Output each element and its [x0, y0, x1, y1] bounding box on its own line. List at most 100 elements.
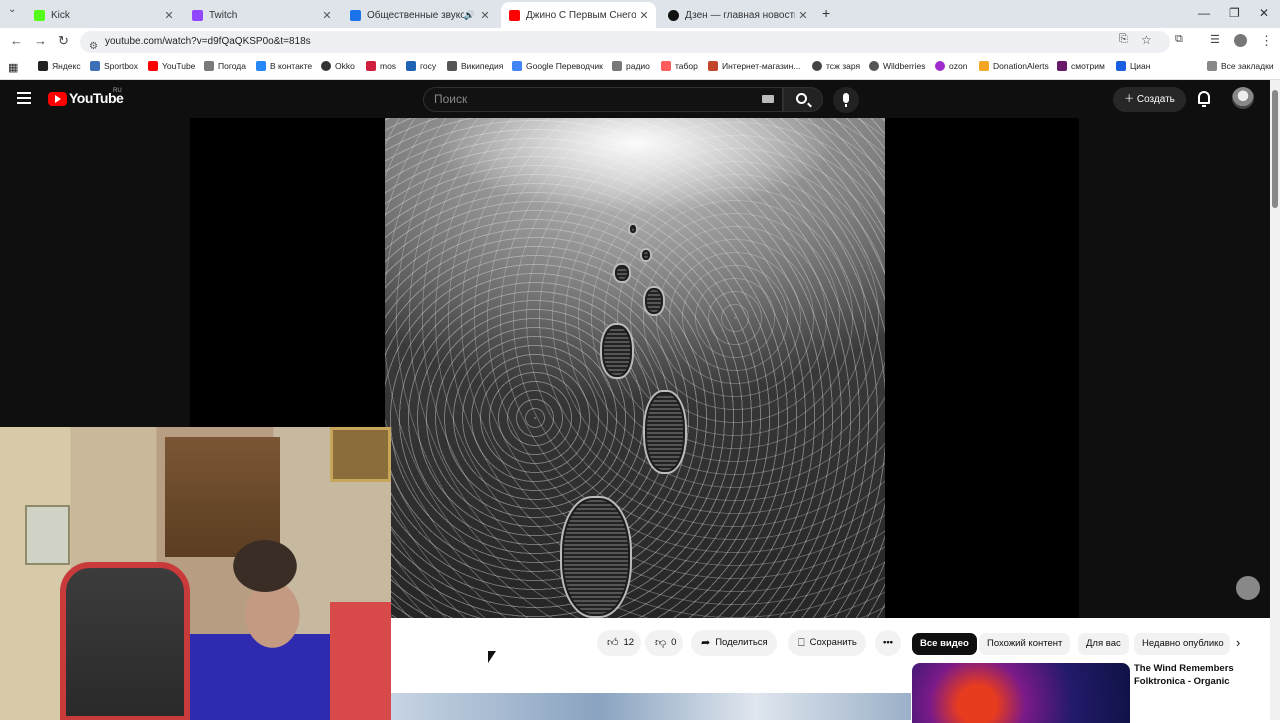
bookmark-icon — [148, 61, 158, 71]
tab-kick[interactable]: Kick ✕ — [26, 2, 181, 28]
profile-avatar-icon[interactable] — [1234, 34, 1247, 47]
bookmark-youtube[interactable]: YouTube — [148, 61, 195, 71]
bookmark-icon — [90, 61, 100, 71]
apps-grid-icon[interactable]: ▦ — [8, 61, 18, 74]
bookmark-star-icon[interactable]: ☆ — [1141, 33, 1152, 47]
address-toolbar: ← → ↻ ⚙ youtube.com/watch?v=d9fQaQKSP0o&… — [0, 28, 1280, 56]
bookmark-icon — [979, 61, 989, 71]
bookmark-icon — [512, 61, 522, 71]
bookmark-icon — [661, 61, 671, 71]
bookmark-wikipedia[interactable]: Википедия — [447, 61, 503, 71]
tab-label: Kick — [51, 9, 70, 21]
save-button[interactable]: ⎕ Сохранить — [788, 630, 866, 656]
folder-icon — [204, 61, 214, 71]
tab-audio[interactable]: Общественные звукозаписи 🔊 ✕ — [342, 2, 497, 28]
bookmark-radio[interactable]: радио — [612, 61, 650, 71]
back-icon[interactable]: ← — [10, 33, 23, 48]
bookmark-sportbox[interactable]: Sportbox — [90, 61, 138, 71]
reload-icon[interactable]: ↻ — [58, 33, 69, 49]
recommendation-title[interactable]: The Wind Remembers Folktronica - Organic — [1134, 662, 1244, 688]
floating-button[interactable] — [1236, 576, 1260, 600]
bookmark-vk[interactable]: В контакте — [256, 61, 312, 71]
tab-search-chevron-icon[interactable]: ⌄ — [8, 4, 16, 15]
bookmark-tszh[interactable]: тсж заря — [812, 61, 860, 71]
more-actions-icon[interactable]: ••• — [875, 630, 901, 656]
webcam-frame — [25, 505, 70, 565]
close-icon[interactable]: ✕ — [795, 9, 811, 22]
tab-twitch[interactable]: Twitch ✕ — [184, 2, 339, 28]
bookmark-yandex[interactable]: Яндекс — [38, 61, 81, 71]
thumbs-up-icon: 👍︎ — [607, 637, 619, 649]
chip-all-videos[interactable]: Все видео — [912, 633, 977, 655]
tab-label: Джино С Первым Снегом 2024 — [526, 9, 636, 21]
window-close-icon[interactable]: ✕ — [1259, 6, 1269, 20]
recommendations-panel: Все видео Похожий контент Для вас Недавн… — [911, 618, 1270, 723]
speaker-icon[interactable]: 🔊 — [464, 10, 475, 21]
chip-recent[interactable]: Недавно опублико — [1134, 633, 1230, 655]
bookmark-label: ozon — [949, 61, 968, 71]
player-letterbox-right — [885, 118, 1079, 618]
tab-youtube-active[interactable]: Джино С Первым Снегом 2024 ✕ — [501, 2, 656, 28]
extensions-icon[interactable]: ⧉ — [1175, 33, 1183, 46]
bookmark-shop[interactable]: Интернет-магазин... — [708, 61, 800, 71]
recommendation-thumbnail[interactable] — [912, 663, 1130, 723]
webcam-gaming-chair — [60, 562, 190, 720]
bookmark-okko[interactable]: Okko — [321, 61, 355, 71]
close-icon[interactable]: ✕ — [161, 9, 177, 22]
notifications-bell-icon[interactable] — [1198, 91, 1210, 107]
page-scrollbar[interactable] — [1270, 80, 1280, 720]
bookmark-label: госу — [420, 61, 437, 71]
close-icon[interactable]: ✕ — [319, 9, 335, 22]
url-field[interactable]: ⚙ youtube.com/watch?v=d9fQaQKSP0o&t=818s — [80, 31, 1170, 53]
minimize-icon[interactable]: — — [1198, 6, 1210, 20]
tab-dzen[interactable]: Дзен — главная новостная и развлекательн… — [660, 2, 815, 28]
install-app-icon[interactable]: ⎘ — [1119, 33, 1128, 46]
media-control-icon[interactable]: ☰ — [1210, 33, 1220, 46]
url-text: youtube.com/watch?v=d9fQaQKSP0o&t=818s — [105, 36, 311, 47]
bookmark-label: Яндекс — [52, 61, 81, 71]
bookmark-smotrim[interactable]: смотрим — [1057, 61, 1105, 71]
folder-icon — [612, 61, 622, 71]
new-tab-button[interactable]: + — [822, 5, 830, 21]
scrollbar-thumb[interactable] — [1272, 90, 1278, 208]
dislike-button[interactable]: 👎︎ 0 — [645, 630, 683, 656]
bookmark-mos[interactable]: mos — [366, 61, 396, 71]
bookmark-tabor[interactable]: табор — [661, 61, 698, 71]
bookmark-icon — [812, 61, 822, 71]
all-bookmarks-folder[interactable]: Все закладки — [1207, 61, 1274, 71]
close-icon[interactable]: ✕ — [477, 9, 493, 22]
bookmark-translate[interactable]: Google Переводчик — [512, 61, 603, 71]
menu-icon[interactable] — [17, 92, 31, 104]
like-button[interactable]: 👍︎ 12 — [597, 630, 641, 656]
create-label: Создать — [1136, 94, 1175, 105]
search-button[interactable] — [783, 87, 823, 112]
keyboard-icon[interactable] — [762, 95, 774, 103]
bookmark-label: YouTube — [162, 61, 196, 71]
chevron-right-icon[interactable]: › — [1236, 635, 1240, 650]
browser-menu-icon[interactable]: ⋮ — [1260, 33, 1273, 49]
close-icon[interactable]: ✕ — [636, 9, 652, 22]
chip-for-you[interactable]: Для вас — [1078, 633, 1129, 655]
chip-related[interactable]: Похожий контент — [979, 633, 1071, 655]
forward-icon[interactable]: → — [34, 33, 47, 48]
bookmark-wildberries[interactable]: Wildberries — [869, 61, 926, 71]
youtube-logo-icon[interactable] — [48, 92, 67, 106]
share-label: Поделиться — [715, 637, 768, 648]
share-button[interactable]: ➦ Поделиться — [691, 630, 777, 656]
video-player[interactable] — [385, 118, 885, 618]
avatar[interactable] — [1232, 87, 1254, 109]
footprint — [640, 248, 652, 262]
site-info-icon[interactable]: ⚙ — [89, 36, 98, 58]
webcam-red-blanket — [330, 602, 391, 720]
create-button[interactable]: ＋ Создать — [1113, 87, 1186, 112]
bookmark-label: Sportbox — [104, 61, 139, 71]
bookmark-cian[interactable]: Циан — [1116, 61, 1150, 71]
bookmark-donationalerts[interactable]: DonationAlerts — [979, 61, 1049, 71]
bookmark-gosu[interactable]: госу — [406, 61, 436, 71]
tab-label: Twitch — [209, 9, 238, 21]
voice-search-button[interactable] — [833, 87, 859, 113]
bookmark-weather[interactable]: Погода — [204, 61, 246, 71]
search-input[interactable]: Поиск — [423, 87, 783, 112]
bookmark-ozon[interactable]: ozon — [935, 61, 967, 71]
restore-icon[interactable]: ❐ — [1229, 6, 1240, 20]
